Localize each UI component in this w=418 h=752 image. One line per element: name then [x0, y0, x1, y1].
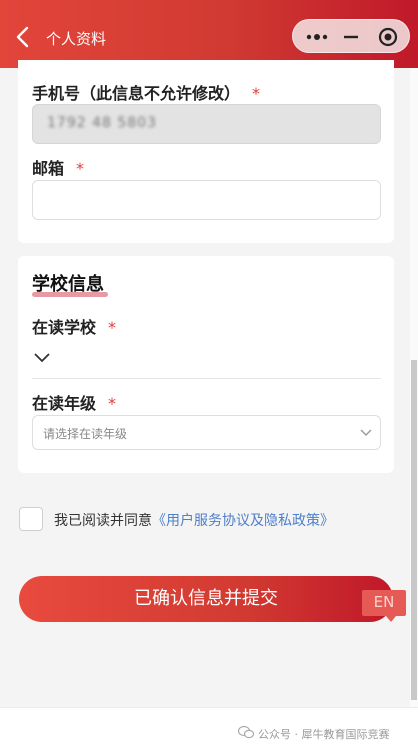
minus-icon[interactable]: [343, 30, 359, 44]
phone-field: 1792 48 5803: [32, 104, 381, 144]
email-field[interactable]: [32, 180, 381, 220]
agreement-text: 我已阅读并同意《用户服务协议及隐私政策》: [54, 513, 334, 529]
required-mark: *: [108, 318, 117, 337]
required-mark: *: [108, 394, 117, 413]
chevron-down-icon: [360, 429, 372, 436]
required-mark: *: [252, 84, 261, 103]
phone-label: 手机号（此信息不允许修改） *: [32, 84, 261, 103]
agreement-checkbox[interactable]: [19, 507, 43, 531]
target-icon[interactable]: [377, 26, 399, 48]
grade-select-placeholder: 请选择在读年级: [43, 427, 128, 441]
language-en-button[interactable]: EN: [362, 590, 406, 622]
scrollbar-thumb[interactable]: [411, 360, 417, 700]
required-mark: *: [76, 159, 85, 178]
school-label: 在读学校 *: [32, 318, 117, 337]
agreement-link[interactable]: 《用户服务协议及隐私政策》: [152, 513, 334, 529]
school-select-underline: [32, 378, 381, 379]
nav-header: 个人资料: [0, 0, 418, 68]
footer-account-name: 公众号 · 犀牛教育国际竞赛: [258, 728, 390, 741]
phone-value: 1792 48 5803: [47, 115, 157, 131]
grade-select[interactable]: 请选择在读年级: [32, 415, 381, 450]
chevron-down-icon[interactable]: [34, 352, 50, 364]
email-label: 邮箱 *: [32, 159, 85, 178]
submit-button[interactable]: 已确认信息并提交: [19, 576, 393, 622]
chevron-left-icon[interactable]: [14, 26, 32, 48]
grade-label: 在读年级 *: [32, 394, 117, 413]
page-title: 个人资料: [46, 30, 107, 48]
mini-program-capsule: [292, 19, 410, 53]
wechat-icon: [238, 725, 254, 739]
section-title: 学校信息: [32, 274, 104, 295]
more-dots-icon[interactable]: [305, 30, 335, 44]
